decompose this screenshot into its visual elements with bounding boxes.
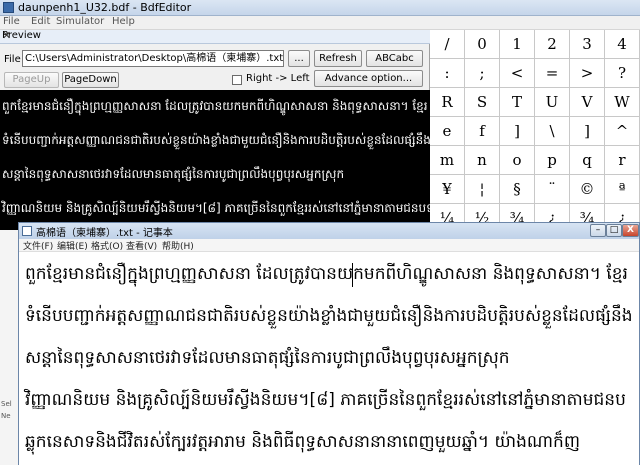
- glyph-cell[interactable]: 1: [500, 30, 535, 59]
- glyph-cell[interactable]: m: [430, 146, 465, 175]
- glyph-cell[interactable]: ^: [605, 117, 640, 146]
- close-button[interactable]: X: [622, 224, 639, 237]
- preview-line: វិញ្ញាណនិយម និងគ្រូសិល្ប៍និយមរឹស្វីងនិយម…: [2, 201, 430, 215]
- glyph-cell[interactable]: ¦: [465, 175, 500, 204]
- glyph-grid: /0 1 2 3 4:; < = >? R S T U V We f] \] ^ m n o p q r ¥ ¦ § ¨ © ª ¼ ½ ¾ ¿…: [430, 30, 640, 233]
- pageup-button[interactable]: PageUp: [4, 72, 59, 88]
- glyph-cell[interactable]: 3: [570, 30, 605, 59]
- left-panel-text: Ne: [1, 412, 11, 420]
- glyph-cell[interactable]: 0: [465, 30, 500, 59]
- glyph-cell[interactable]: ¨: [535, 175, 570, 204]
- glyph-cell[interactable]: 4: [605, 30, 640, 59]
- preview-dialog: Preview ✕ File C:\Users\Administrator\De…: [0, 29, 430, 230]
- glyph-cell[interactable]: 2: [535, 30, 570, 59]
- glyph-cell[interactable]: e: [430, 117, 465, 146]
- text-line: វិញ្ញាណនិយម និងគ្រូសិល្ប៍និយមរឹស្វីងនិយម…: [25, 390, 626, 410]
- bdfeditor-left-panel: Sel Ne: [0, 230, 20, 465]
- rtl-checkbox[interactable]: [232, 75, 242, 85]
- glyph-cell[interactable]: ©: [570, 175, 605, 204]
- text-line: ឆ្លុកនេសាទនិងជីវិតរស់ក្បែរវត្តអារាម និងព…: [25, 432, 581, 452]
- glyph-cell[interactable]: ?: [605, 59, 640, 88]
- glyph-cell[interactable]: W: [605, 88, 640, 117]
- glyph-cell[interactable]: S: [465, 88, 500, 117]
- glyph-cell[interactable]: =: [535, 59, 570, 88]
- glyph-cell[interactable]: §: [500, 175, 535, 204]
- bdfeditor-menubar: File Edit Simulator Help: [0, 16, 640, 30]
- glyph-cell[interactable]: :: [430, 59, 465, 88]
- glyph-cell[interactable]: q: [570, 146, 605, 175]
- preview-line: ពួកខ្មែរមានជំនឿក្នុងព្រហ្មញ្ញសាសនា ដែលត្…: [2, 99, 428, 113]
- menu-help[interactable]: 帮助(H): [162, 239, 194, 252]
- file-path-input[interactable]: C:\Users\Administrator\Desktop\高棉语（柬埔寨）.…: [22, 50, 284, 67]
- menu-file[interactable]: File: [3, 16, 20, 27]
- notepad-titlebar: 高棉语（柬埔寨）.txt - 记事本 – □ X: [19, 223, 639, 239]
- glyph-cell[interactable]: V: [570, 88, 605, 117]
- glyph-cell[interactable]: U: [535, 88, 570, 117]
- preview-line: សន្តានៃពុទ្ធសាសនាថេរវាទដែលមានធាតុផ្សំនៃក…: [2, 167, 345, 181]
- glyph-cell[interactable]: ;: [465, 59, 500, 88]
- refresh-button[interactable]: Refresh: [314, 50, 362, 67]
- glyph-cell[interactable]: n: [465, 146, 500, 175]
- text-line: ពួកខ្មែរមានជំនឿក្នុងព្រហ្មញ្ញសាសនា ដែលត្…: [25, 264, 628, 284]
- glyph-cell[interactable]: ]: [500, 117, 535, 146]
- file-label: File: [4, 54, 21, 65]
- notepad-window: 高棉语（柬埔寨）.txt - 记事本 – □ X 文件(F) 编辑(E) 格式(…: [18, 222, 640, 465]
- notepad-title: 高棉语（柬埔寨）.txt - 记事本: [36, 228, 173, 239]
- glyph-cell[interactable]: <: [500, 59, 535, 88]
- glyph-cell[interactable]: f: [465, 117, 500, 146]
- glyph-cell[interactable]: >: [570, 59, 605, 88]
- close-icon[interactable]: ✕: [2, 29, 426, 42]
- abcabc-button[interactable]: ABCabc: [366, 50, 423, 67]
- notepad-text-area[interactable]: ពួកខ្មែរមានជំនឿក្នុងព្រហ្មញ្ញសាសនា ដែលត្…: [19, 253, 639, 465]
- glyph-cell[interactable]: \: [535, 117, 570, 146]
- minimize-button[interactable]: –: [590, 224, 606, 237]
- preview-titlebar: Preview ✕: [0, 29, 430, 44]
- menu-simulator[interactable]: Simulator: [56, 16, 104, 27]
- menu-view[interactable]: 查看(V): [126, 239, 157, 252]
- text-line: សន្តានៃពុទ្ធសាសនាថេរវាទដែលមានធាតុផ្សំនៃក…: [25, 348, 510, 368]
- menu-file[interactable]: 文件(F): [23, 239, 53, 252]
- menu-help[interactable]: Help: [112, 16, 135, 27]
- glyph-cell[interactable]: T: [500, 88, 535, 117]
- left-panel-text: Sel: [1, 400, 12, 408]
- glyph-cell[interactable]: /: [430, 30, 465, 59]
- bdfeditor-titlebar: daunpenh1_U32.bdf - BdfEditor: [0, 0, 640, 16]
- notepad-menubar: 文件(F) 编辑(E) 格式(O) 查看(V) 帮助(H): [19, 239, 639, 252]
- glyph-cell[interactable]: r: [605, 146, 640, 175]
- glyph-cell[interactable]: o: [500, 146, 535, 175]
- menu-format[interactable]: 格式(O): [91, 239, 123, 252]
- glyph-cell[interactable]: ]: [570, 117, 605, 146]
- browse-button[interactable]: ...: [288, 50, 310, 67]
- maximize-button[interactable]: □: [606, 224, 622, 237]
- glyph-cell[interactable]: ¥: [430, 175, 465, 204]
- app-icon: [3, 2, 14, 13]
- pagedown-button[interactable]: PageDown: [62, 72, 119, 88]
- bdfeditor-title: daunpenh1_U32.bdf - BdfEditor: [18, 1, 192, 14]
- glyph-cell[interactable]: R: [430, 88, 465, 117]
- text-line: ទំនើបបញ្ជាក់អត្តសញ្ញាណជនជាតិរបស់ខ្លួនយ៉ា…: [25, 306, 633, 326]
- preview-line: ទំនើបបញ្ជាក់អត្តសញ្ញាណជនជាតិរបស់ខ្លួនយ៉ា…: [2, 133, 430, 147]
- text-caret: [352, 263, 353, 287]
- rtl-label: Right -> Left: [246, 73, 310, 84]
- advance-option-button[interactable]: Advance option...: [314, 70, 423, 87]
- notepad-icon: [22, 226, 32, 236]
- menu-edit[interactable]: 编辑(E): [57, 239, 88, 252]
- menu-edit[interactable]: Edit: [31, 16, 50, 27]
- glyph-cell[interactable]: ª: [605, 175, 640, 204]
- preview-canvas: ពួកខ្មែរមានជំនឿក្នុងព្រហ្មញ្ញសាសនា ដែលត្…: [0, 90, 430, 230]
- glyph-cell[interactable]: p: [535, 146, 570, 175]
